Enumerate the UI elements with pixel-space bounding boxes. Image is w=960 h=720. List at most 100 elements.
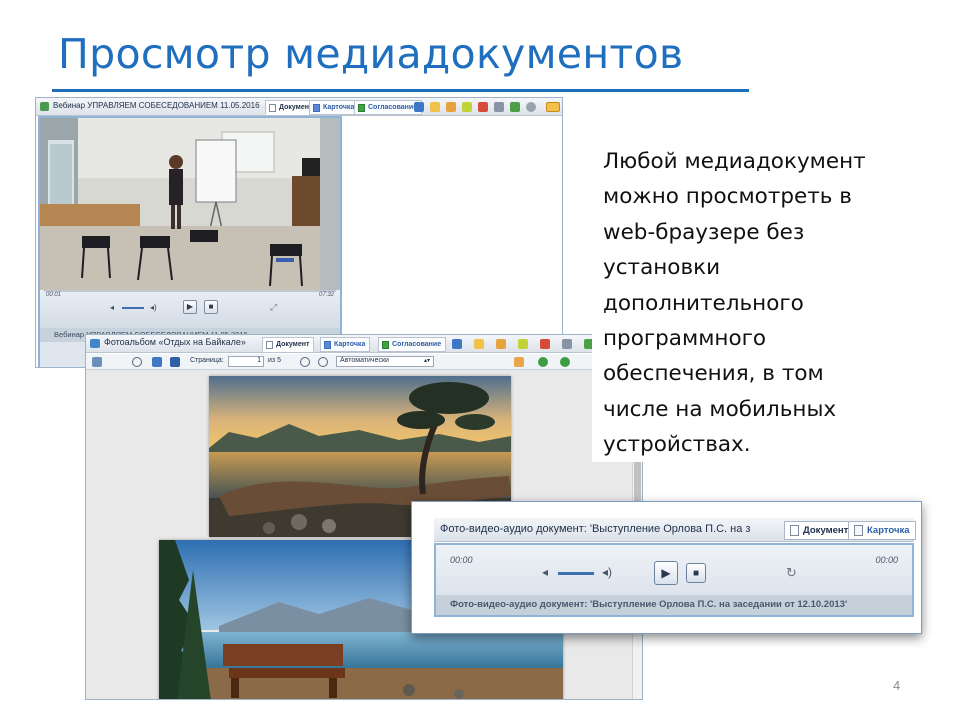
tab-document[interactable]: Документ: [784, 521, 855, 540]
folder-icon[interactable]: [430, 102, 440, 112]
checkbox-icon: [358, 103, 365, 112]
classroom-scene-image: [40, 118, 340, 290]
stop-icon: ■: [692, 567, 700, 579]
page-number-input[interactable]: 1: [228, 356, 264, 367]
play-button[interactable]: ▶: [183, 300, 197, 314]
body-line: программного: [603, 326, 767, 352]
panel-icon[interactable]: [414, 102, 424, 112]
tab-approval[interactable]: Согласование: [378, 337, 447, 352]
volume-low-icon[interactable]: ◂: [542, 565, 548, 579]
play-icon: ▶: [186, 302, 194, 311]
video-window-header: Вебинар УПРАВЛЯЕМ СОБЕСЕДОВАНИЕМ 11.05.2…: [36, 98, 562, 116]
video-window-title: Вебинар УПРАВЛЯЕМ СОБЕСЕДОВАНИЕМ 11.05.2…: [53, 101, 260, 110]
seek-bar[interactable]: [44, 290, 336, 292]
tab-approval[interactable]: Согласование: [354, 100, 423, 115]
presentation-icon[interactable]: [514, 357, 524, 367]
zoom-select[interactable]: Автоматически ▴▾: [336, 356, 434, 367]
list-icon[interactable]: [462, 102, 472, 112]
video-document-icon: [40, 102, 49, 111]
card-icon: [324, 340, 331, 349]
tab-document[interactable]: Документ: [262, 337, 315, 352]
page-number: 4: [893, 678, 901, 693]
page-label: Страница:: [190, 357, 224, 364]
volume-slider[interactable]: [558, 572, 594, 575]
tab-card[interactable]: Карточка: [309, 100, 360, 115]
play-icon: ▶: [661, 566, 671, 580]
volume-slider[interactable]: [122, 307, 144, 309]
stack-icon[interactable]: [540, 339, 550, 349]
body-line: можно просмотреть в: [603, 184, 852, 210]
gear-icon[interactable]: [526, 102, 536, 112]
zoom-out-icon[interactable]: [300, 357, 310, 367]
sidebar-toggle-icon[interactable]: [92, 357, 102, 367]
audio-window-header: Фото-видео-аудио документ: 'Выступление …: [434, 518, 916, 542]
panel-icon[interactable]: [452, 339, 462, 349]
photo-document-icon: [90, 339, 100, 348]
list-icon[interactable]: [518, 339, 528, 349]
body-line: Любой медиадокумент: [603, 149, 866, 174]
photo-viewer-toolbar: Страница: 1 из 5 Автоматически ▴▾: [86, 354, 642, 370]
zoom-in-icon[interactable]: [318, 357, 328, 367]
link-icon[interactable]: [494, 102, 504, 112]
slide-title: Просмотр медиадокументов: [58, 30, 684, 78]
video-frame-image: [40, 118, 340, 290]
search-icon[interactable]: [132, 357, 142, 367]
stop-button[interactable]: ■: [686, 563, 706, 583]
photo-window-header: Фотоальбом «Отдых на Байкале» Документ К…: [86, 335, 642, 353]
tab-card-label: Карточка: [867, 525, 910, 536]
photo-window-title: Фотоальбом «Отдых на Байкале»: [104, 337, 246, 347]
tab-card[interactable]: Карточка: [320, 337, 371, 352]
audio-window-title: Фото-видео-аудио документ: 'Выступление …: [440, 523, 751, 535]
volume-high-icon[interactable]: ◂): [602, 565, 612, 579]
document-icon: [790, 525, 799, 536]
checkbox-icon: [382, 340, 389, 349]
link-icon[interactable]: [562, 339, 572, 349]
arrow-up-icon[interactable]: [152, 357, 162, 367]
time-total: 00:00: [875, 555, 898, 565]
tab-document-label: Документ: [279, 104, 313, 111]
card-icon: [313, 103, 320, 112]
tab-card-label: Карточка: [334, 341, 366, 348]
stack-icon[interactable]: [478, 102, 488, 112]
rotate-left-icon[interactable]: [538, 357, 548, 367]
body-line: числе на мобильных: [603, 396, 837, 422]
document-icon: [269, 103, 276, 112]
video-document-window: Вебинар УПРАВЛЯЕМ СОБЕСЕДОВАНИЕМ 11.05.2…: [35, 97, 563, 368]
chevron-down-icon: ▴▾: [423, 358, 430, 364]
time-total: 07:32: [318, 292, 334, 298]
time-elapsed: 00:01: [46, 292, 62, 298]
picture-icon[interactable]: [496, 339, 506, 349]
stop-icon: ■: [208, 302, 214, 311]
tab-approval-label: Согласование: [368, 104, 418, 111]
video-controls: 00:01 07:32 ◂ ◂) ▶ ■ ⤢: [40, 290, 340, 328]
page-total: из 5: [268, 357, 281, 364]
folder-icon[interactable]: [474, 339, 484, 349]
window-icon[interactable]: [546, 102, 560, 112]
tab-document-label: Документ: [803, 525, 849, 536]
audio-player[interactable]: 00:00 00:00 ◂ ◂) ▶ ■ ↻ Фото-видео-аудио …: [434, 543, 914, 617]
body-line: обеспечения, в том: [603, 361, 824, 387]
slide-body-text: Любой медиадокумент можно просмотреть в …: [592, 140, 912, 462]
document-icon: [266, 340, 273, 349]
video-player[interactable]: 00:01 07:32 ◂ ◂) ▶ ■ ⤢ Вебинар УПРАВЛЯЕМ…: [38, 116, 342, 367]
tab-card-label: Карточка: [323, 104, 355, 111]
volume-high-icon[interactable]: ◂): [150, 303, 157, 312]
picture-icon[interactable]: [446, 102, 456, 112]
title-underline: [52, 89, 749, 92]
tab-document-label: Документ: [276, 341, 310, 348]
arrow-down-icon[interactable]: [170, 357, 180, 367]
time-elapsed: 00:00: [450, 555, 473, 565]
volume-low-icon[interactable]: ◂: [110, 303, 114, 312]
tab-card[interactable]: Карточка: [848, 521, 916, 540]
stop-button[interactable]: ■: [204, 300, 218, 314]
rotate-right-icon[interactable]: [560, 357, 570, 367]
body-line: дополнительного: [603, 290, 804, 316]
tab-approval-label: Согласование: [392, 341, 442, 348]
zoom-select-value: Автоматически: [340, 357, 389, 364]
fullscreen-icon[interactable]: ⤢: [270, 302, 277, 313]
audio-caption: Фото-видео-аудио документ: 'Выступление …: [436, 595, 912, 615]
refresh-icon[interactable]: [510, 102, 520, 112]
loop-icon[interactable]: ↻: [786, 565, 797, 581]
play-button[interactable]: ▶: [654, 561, 678, 585]
audio-document-window: Фото-видео-аудио документ: 'Выступление …: [411, 501, 922, 634]
